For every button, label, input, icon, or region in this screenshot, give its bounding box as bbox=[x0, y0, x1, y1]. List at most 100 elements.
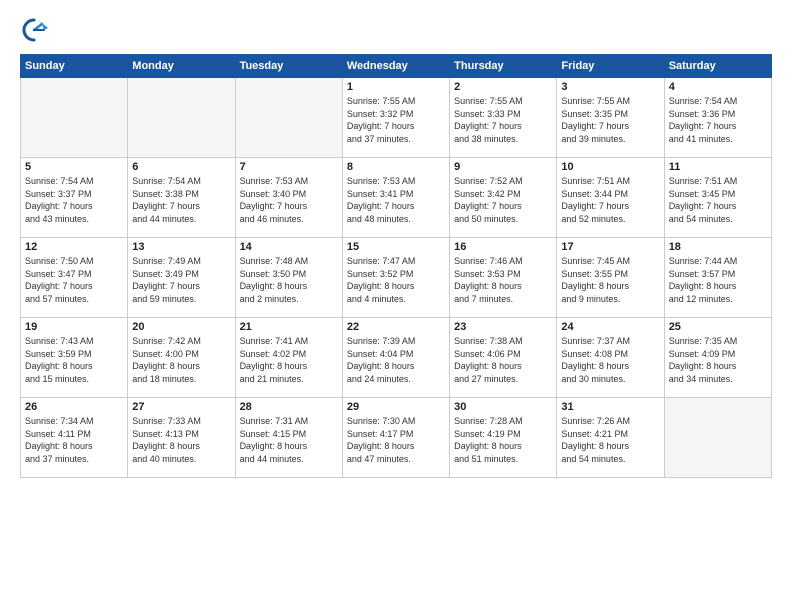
week-row-1: 5 Sunrise: 7:54 AM Sunset: 3:37 PM Daylig… bbox=[21, 158, 772, 238]
day-info: Sunrise: 7:55 AM Sunset: 3:33 PM Dayligh… bbox=[454, 95, 552, 145]
day-info: Sunrise: 7:53 AM Sunset: 3:40 PM Dayligh… bbox=[240, 175, 338, 225]
calendar-cell: 10Sunrise: 7:51 AM Sunset: 3:44 PM Dayli… bbox=[557, 158, 664, 238]
day-info: Sunrise: 7:54 AM Sunset: 3:37 PM Dayligh… bbox=[25, 175, 123, 225]
day-info: Sunrise: 7:55 AM Sunset: 3:35 PM Dayligh… bbox=[561, 95, 659, 145]
calendar-cell: 30 Sunrise: 7:28 AM Sunset: 4:19 PM Dayli… bbox=[450, 398, 557, 478]
week-row-4: 26 Sunrise: 7:34 AM Sunset: 4:11 PM Dayli… bbox=[21, 398, 772, 478]
day-number: 4 bbox=[669, 81, 767, 93]
day-info: Sunrise: 7:28 AM Sunset: 4:19 PM Dayligh… bbox=[454, 415, 552, 465]
calendar-cell: 19 Sunrise: 7:43 AM Sunset: 3:59 PM Dayli… bbox=[21, 318, 128, 398]
calendar-cell: 15Sunrise: 7:47 AM Sunset: 3:52 PM Dayli… bbox=[342, 238, 449, 318]
calendar-cell: 9 Sunrise: 7:52 AM Sunset: 3:42 PM Daylig… bbox=[450, 158, 557, 238]
calendar-cell: 25 Sunrise: 7:35 AM Sunset: 4:09 PM Dayli… bbox=[664, 318, 771, 398]
day-number: 8 bbox=[347, 161, 445, 173]
day-info: Sunrise: 7:39 AM Sunset: 4:04 PM Dayligh… bbox=[347, 335, 445, 385]
day-info: Sunrise: 7:54 AM Sunset: 3:36 PM Dayligh… bbox=[669, 95, 767, 145]
calendar-cell: 3Sunrise: 7:55 AM Sunset: 3:35 PM Daylig… bbox=[557, 78, 664, 158]
day-info: Sunrise: 7:45 AM Sunset: 3:55 PM Dayligh… bbox=[561, 255, 659, 305]
calendar-cell bbox=[128, 78, 235, 158]
day-number: 21 bbox=[240, 321, 338, 333]
day-number: 20 bbox=[132, 321, 230, 333]
day-info: Sunrise: 7:44 AM Sunset: 3:57 PM Dayligh… bbox=[669, 255, 767, 305]
calendar-cell: 12 Sunrise: 7:50 AM Sunset: 3:47 PM Dayli… bbox=[21, 238, 128, 318]
day-number: 24 bbox=[561, 321, 659, 333]
day-info: Sunrise: 7:51 AM Sunset: 3:45 PM Dayligh… bbox=[669, 175, 767, 225]
weekday-header-monday: Monday bbox=[128, 55, 235, 78]
calendar-cell: 31Sunrise: 7:26 AM Sunset: 4:21 PM Dayli… bbox=[557, 398, 664, 478]
calendar-cell: 6 Sunrise: 7:54 AM Sunset: 3:38 PM Daylig… bbox=[128, 158, 235, 238]
day-number: 22 bbox=[347, 321, 445, 333]
day-number: 12 bbox=[25, 241, 123, 253]
day-info: Sunrise: 7:49 AM Sunset: 3:49 PM Dayligh… bbox=[132, 255, 230, 305]
calendar-cell: 1 Sunrise: 7:55 AM Sunset: 3:32 PM Daylig… bbox=[342, 78, 449, 158]
day-number: 23 bbox=[454, 321, 552, 333]
day-number: 17 bbox=[561, 241, 659, 253]
day-number: 13 bbox=[132, 241, 230, 253]
day-number: 14 bbox=[240, 241, 338, 253]
day-info: Sunrise: 7:50 AM Sunset: 3:47 PM Dayligh… bbox=[25, 255, 123, 305]
calendar-cell: 7 Sunrise: 7:53 AM Sunset: 3:40 PM Daylig… bbox=[235, 158, 342, 238]
day-number: 29 bbox=[347, 401, 445, 413]
calendar-cell: 24 Sunrise: 7:37 AM Sunset: 4:08 PM Dayli… bbox=[557, 318, 664, 398]
day-number: 11 bbox=[669, 161, 767, 173]
day-number: 10 bbox=[561, 161, 659, 173]
day-number: 1 bbox=[347, 81, 445, 93]
day-number: 6 bbox=[132, 161, 230, 173]
calendar-cell: 8 Sunrise: 7:53 AM Sunset: 3:41 PM Daylig… bbox=[342, 158, 449, 238]
calendar-cell: 27Sunrise: 7:33 AM Sunset: 4:13 PM Dayli… bbox=[128, 398, 235, 478]
day-number: 26 bbox=[25, 401, 123, 413]
day-number: 19 bbox=[25, 321, 123, 333]
calendar-cell: 29 Sunrise: 7:30 AM Sunset: 4:17 PM Dayli… bbox=[342, 398, 449, 478]
day-info: Sunrise: 7:53 AM Sunset: 3:41 PM Dayligh… bbox=[347, 175, 445, 225]
calendar-cell: 20 Sunrise: 7:42 AM Sunset: 4:00 PM Dayli… bbox=[128, 318, 235, 398]
week-row-0: 1 Sunrise: 7:55 AM Sunset: 3:32 PM Daylig… bbox=[21, 78, 772, 158]
calendar-cell: 28 Sunrise: 7:31 AM Sunset: 4:15 PM Dayli… bbox=[235, 398, 342, 478]
calendar-cell: 14 Sunrise: 7:48 AM Sunset: 3:50 PM Dayli… bbox=[235, 238, 342, 318]
weekday-header-sunday: Sunday bbox=[21, 55, 128, 78]
day-number: 5 bbox=[25, 161, 123, 173]
day-number: 15 bbox=[347, 241, 445, 253]
day-number: 18 bbox=[669, 241, 767, 253]
calendar-cell: 18 Sunrise: 7:44 AM Sunset: 3:57 PM Dayli… bbox=[664, 238, 771, 318]
day-info: Sunrise: 7:43 AM Sunset: 3:59 PM Dayligh… bbox=[25, 335, 123, 385]
calendar-cell bbox=[235, 78, 342, 158]
day-info: Sunrise: 7:37 AM Sunset: 4:08 PM Dayligh… bbox=[561, 335, 659, 385]
day-number: 30 bbox=[454, 401, 552, 413]
day-number: 28 bbox=[240, 401, 338, 413]
day-info: Sunrise: 7:31 AM Sunset: 4:15 PM Dayligh… bbox=[240, 415, 338, 465]
calendar-cell: 5 Sunrise: 7:54 AM Sunset: 3:37 PM Daylig… bbox=[21, 158, 128, 238]
calendar-cell: 17 Sunrise: 7:45 AM Sunset: 3:55 PM Dayli… bbox=[557, 238, 664, 318]
day-number: 9 bbox=[454, 161, 552, 173]
week-row-3: 19 Sunrise: 7:43 AM Sunset: 3:59 PM Dayli… bbox=[21, 318, 772, 398]
header bbox=[20, 16, 772, 44]
day-info: Sunrise: 7:54 AM Sunset: 3:38 PM Dayligh… bbox=[132, 175, 230, 225]
weekday-header-tuesday: Tuesday bbox=[235, 55, 342, 78]
day-info: Sunrise: 7:35 AM Sunset: 4:09 PM Dayligh… bbox=[669, 335, 767, 385]
day-info: Sunrise: 7:48 AM Sunset: 3:50 PM Dayligh… bbox=[240, 255, 338, 305]
weekday-header-friday: Friday bbox=[557, 55, 664, 78]
calendar-cell bbox=[21, 78, 128, 158]
day-info: Sunrise: 7:55 AM Sunset: 3:32 PM Dayligh… bbox=[347, 95, 445, 145]
day-info: Sunrise: 7:30 AM Sunset: 4:17 PM Dayligh… bbox=[347, 415, 445, 465]
calendar-cell: 11 Sunrise: 7:51 AM Sunset: 3:45 PM Dayli… bbox=[664, 158, 771, 238]
day-info: Sunrise: 7:52 AM Sunset: 3:42 PM Dayligh… bbox=[454, 175, 552, 225]
day-number: 2 bbox=[454, 81, 552, 93]
calendar-cell: 4 Sunrise: 7:54 AM Sunset: 3:36 PM Daylig… bbox=[664, 78, 771, 158]
weekday-header-row: SundayMondayTuesdayWednesdayThursdayFrid… bbox=[21, 55, 772, 78]
day-number: 7 bbox=[240, 161, 338, 173]
calendar-cell: 13 Sunrise: 7:49 AM Sunset: 3:49 PM Dayli… bbox=[128, 238, 235, 318]
weekday-header-saturday: Saturday bbox=[664, 55, 771, 78]
calendar-table: SundayMondayTuesdayWednesdayThursdayFrid… bbox=[20, 54, 772, 478]
calendar-cell: 22 Sunrise: 7:39 AM Sunset: 4:04 PM Dayli… bbox=[342, 318, 449, 398]
calendar-cell: 21 Sunrise: 7:41 AM Sunset: 4:02 PM Dayli… bbox=[235, 318, 342, 398]
week-row-2: 12 Sunrise: 7:50 AM Sunset: 3:47 PM Dayli… bbox=[21, 238, 772, 318]
day-info: Sunrise: 7:41 AM Sunset: 4:02 PM Dayligh… bbox=[240, 335, 338, 385]
logo-icon bbox=[20, 16, 48, 44]
calendar-cell: 23 Sunrise: 7:38 AM Sunset: 4:06 PM Dayli… bbox=[450, 318, 557, 398]
calendar-cell bbox=[664, 398, 771, 478]
day-info: Sunrise: 7:42 AM Sunset: 4:00 PM Dayligh… bbox=[132, 335, 230, 385]
day-info: Sunrise: 7:46 AM Sunset: 3:53 PM Dayligh… bbox=[454, 255, 552, 305]
day-info: Sunrise: 7:34 AM Sunset: 4:11 PM Dayligh… bbox=[25, 415, 123, 465]
day-info: Sunrise: 7:38 AM Sunset: 4:06 PM Dayligh… bbox=[454, 335, 552, 385]
day-number: 25 bbox=[669, 321, 767, 333]
